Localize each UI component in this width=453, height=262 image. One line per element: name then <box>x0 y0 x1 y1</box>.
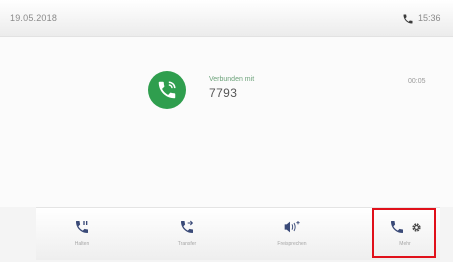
phone-hold-icon <box>74 218 90 236</box>
transfer-label: Transfer <box>177 241 197 247</box>
active-call-card <box>0 37 453 207</box>
call-number: 7793 <box>209 86 238 100</box>
phone-icon <box>402 12 414 24</box>
speaker-button[interactable]: Freisprechen <box>246 208 338 260</box>
call-status-label: Verbunden mit <box>209 76 255 83</box>
transfer-button[interactable]: Transfer <box>141 208 233 260</box>
speaker-label: Freisprechen <box>277 241 307 247</box>
hold-label: Halten <box>74 241 90 247</box>
hold-button[interactable]: Halten <box>36 208 128 260</box>
status-bar: 19.05.2018 15:36 <box>0 0 453 37</box>
status-date: 19.05.2018 <box>10 13 58 23</box>
phone-in-call-icon <box>148 71 186 109</box>
call-duration: 00:05 <box>408 78 426 85</box>
phone-transfer-icon <box>179 218 195 236</box>
phone-screen: 19.05.2018 15:36 Verbunden mit 7793 00:0… <box>0 0 453 262</box>
highlight-box <box>372 208 436 258</box>
status-time: 15:36 <box>418 13 441 23</box>
speaker-icon <box>281 218 303 236</box>
